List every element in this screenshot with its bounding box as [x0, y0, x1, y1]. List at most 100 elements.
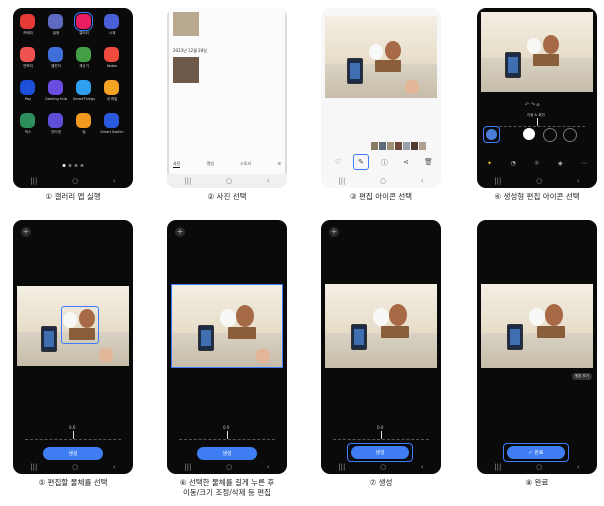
flip-tool-icon[interactable] — [543, 128, 557, 142]
tab-stories[interactable]: 스토리 — [240, 161, 251, 168]
view-original-badge[interactable]: 원본 보기 — [572, 373, 592, 380]
back-icon[interactable]: ‹ — [113, 463, 116, 471]
back-icon[interactable]: ‹ — [267, 463, 270, 471]
app-icon[interactable] — [20, 80, 35, 95]
generative-edit-highlight[interactable] — [483, 126, 500, 143]
filter-icon[interactable]: ☼ — [534, 160, 539, 167]
back-icon[interactable]: ‹ — [577, 463, 580, 471]
phone-home-screen: 카메라 설정 갤러리 시계 연락처 캘린더 계산기 Notes Pay Gaming Hub Sma… — [13, 8, 133, 188]
app-icon[interactable] — [76, 80, 91, 95]
app-icon[interactable] — [76, 113, 91, 128]
app-icon[interactable] — [48, 14, 63, 29]
heart-icon[interactable]: ♡ — [335, 158, 341, 166]
back-icon[interactable]: ‹ — [113, 177, 116, 185]
recents-icon[interactable]: ||| — [338, 177, 345, 185]
add-icon[interactable]: + — [21, 227, 31, 237]
app-icon[interactable] — [76, 47, 91, 62]
recents-icon[interactable]: ||| — [30, 463, 37, 471]
recents-icon[interactable]: ||| — [494, 463, 501, 471]
rotation-ruler[interactable] — [489, 118, 585, 127]
auto-icon[interactable]: ✦ — [487, 160, 492, 167]
photo-main — [481, 12, 593, 92]
home-icon[interactable]: ○ — [72, 177, 78, 185]
phone-generate: + 0.0 생성 ||| ○ ‹ — [321, 220, 441, 474]
back-icon[interactable]: ‹ — [267, 177, 270, 185]
app-icon[interactable] — [104, 14, 119, 29]
home-icon[interactable]: ○ — [226, 463, 232, 471]
editor-tool-row[interactable]: ✦ ◔ ☼ ◈ ⋯ — [487, 160, 587, 167]
gallery-selected-photo[interactable] — [173, 57, 199, 83]
add-icon[interactable]: + — [175, 227, 185, 237]
app-label: SmartThings — [72, 97, 96, 101]
navigation-bar: ||| ○ ‹ — [477, 174, 597, 188]
step-6-caption-line2: 이동/크기 조정/삭제 등 편집 — [182, 488, 272, 497]
generate-button[interactable]: 생성 — [197, 447, 257, 460]
step-6-caption-line1: ⑥ 선택한 물체를 길게 누른 후 — [179, 478, 275, 487]
generate-button[interactable]: 생성 — [351, 446, 409, 459]
adjust-icon[interactable]: ◔ — [510, 160, 515, 167]
app-label: 빅스 — [24, 130, 32, 134]
phone-editor: ↶ ↷ ⌀ 이동 & 회전 ✦ ◔ ☼ ◈ ⋯ ||| ○ ‹ — [477, 8, 597, 188]
photo-main — [17, 286, 129, 366]
trash-icon[interactable]: 🗑 — [424, 158, 433, 166]
rotation-ruler[interactable] — [333, 431, 429, 440]
app-icon[interactable] — [20, 14, 35, 29]
info-icon[interactable]: ⓘ — [381, 158, 388, 168]
generate-button[interactable]: 생성 — [43, 447, 103, 460]
app-icon[interactable] — [104, 113, 119, 128]
recents-icon[interactable]: ||| — [184, 177, 191, 185]
back-icon[interactable]: ‹ — [421, 177, 424, 185]
rotation-ruler[interactable] — [179, 431, 275, 440]
more-icon[interactable]: ⋯ — [581, 160, 587, 167]
add-icon[interactable]: + — [329, 227, 339, 237]
recents-icon[interactable]: ||| — [494, 177, 501, 185]
undo-redo-controls[interactable]: ↶ ↷ ⌀ — [525, 102, 540, 108]
pencil-icon: ✎ — [358, 158, 364, 166]
home-icon[interactable]: ○ — [536, 463, 542, 471]
page-indicator — [62, 164, 84, 167]
photo-main — [325, 284, 437, 368]
app-icon[interactable] — [104, 47, 119, 62]
step-5-caption: ⑤ 편집할 물체를 선택 — [38, 478, 108, 487]
app-icon[interactable] — [48, 80, 63, 95]
object-selection-outline[interactable] — [61, 306, 99, 344]
tab-albums[interactable]: 앨범 — [207, 161, 214, 168]
done-button[interactable]: ✓ 완료 — [507, 446, 565, 459]
home-icon[interactable]: ○ — [380, 463, 386, 471]
tab-photos[interactable]: 사진 — [173, 161, 181, 168]
back-icon[interactable]: ‹ — [421, 463, 424, 471]
navigation-bar: ||| ○ ‹ — [321, 174, 441, 188]
step-8-caption: ⑧ 완료 — [525, 478, 549, 487]
app-label: 카메라 — [23, 31, 33, 35]
recents-icon[interactable]: ||| — [338, 463, 345, 471]
ruler-value: 0.0 — [69, 425, 76, 430]
home-icon[interactable]: ○ — [226, 177, 232, 185]
filmstrip[interactable] — [371, 142, 426, 150]
app-icon[interactable] — [20, 113, 35, 128]
decor-icon[interactable]: ◈ — [558, 160, 563, 167]
phone-done: 원본 보기 ✓ 완료 ||| ○ ‹ — [477, 220, 597, 474]
app-icon[interactable] — [104, 80, 119, 95]
perspective-tool-icon[interactable] — [563, 128, 577, 142]
app-icon[interactable] — [20, 47, 35, 62]
home-icon[interactable]: ○ — [380, 177, 386, 185]
app-icon[interactable] — [48, 47, 63, 62]
recents-icon[interactable]: ||| — [184, 463, 191, 471]
app-icon[interactable] — [74, 12, 93, 31]
back-icon[interactable]: ‹ — [577, 177, 580, 185]
crop-tool-icon[interactable] — [523, 128, 535, 140]
menu-icon[interactable]: ☰ — [277, 161, 281, 168]
share-icon[interactable]: ⋖ — [403, 158, 409, 166]
home-icon[interactable]: ○ — [72, 463, 78, 471]
app-label: Gaming Hub — [45, 97, 67, 101]
edit-icon-highlight[interactable]: ✎ — [353, 154, 369, 170]
app-icon[interactable] — [48, 113, 63, 128]
navigation-bar: ||| ○ ‹ — [321, 460, 441, 474]
step-7-caption: ⑦ 생성 — [369, 478, 393, 487]
rotation-ruler[interactable] — [25, 431, 121, 440]
recents-icon[interactable]: ||| — [30, 177, 37, 185]
home-icon[interactable]: ○ — [536, 177, 542, 185]
app-label: 계산기 — [79, 64, 89, 68]
app-label: 설정 — [52, 31, 60, 35]
gallery-thumbnail[interactable] — [173, 12, 199, 36]
